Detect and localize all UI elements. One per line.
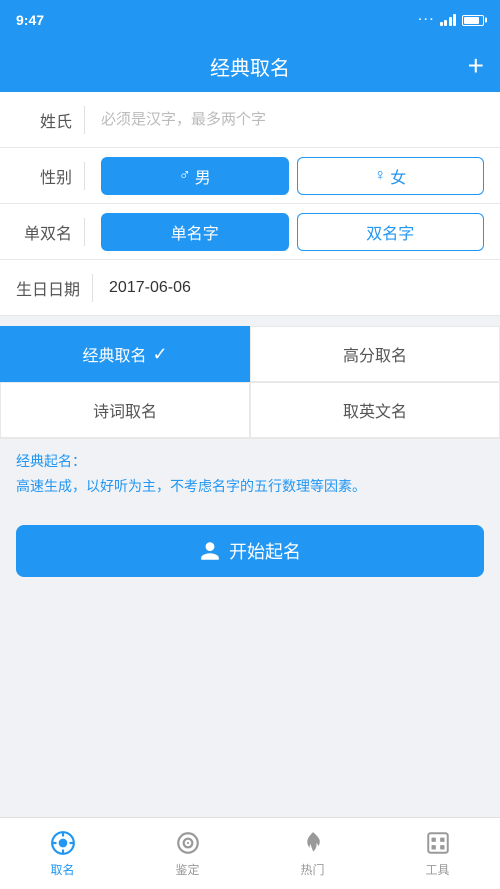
name-type-row: 单双名 单名字 双名字 xyxy=(0,204,500,260)
name-type-separator xyxy=(84,218,85,246)
male-icon: ♂ xyxy=(179,167,191,185)
name-type-toggle-group: 单名字 双名字 xyxy=(101,213,484,251)
surname-input[interactable] xyxy=(101,111,484,128)
english-name-cell[interactable]: 取英文名 xyxy=(250,382,500,438)
signal-bars-icon xyxy=(440,14,457,26)
appraise-icon xyxy=(174,829,202,857)
nav-label-hot: 热门 xyxy=(300,861,324,878)
gender-toggle-group: ♂ 男 ♀ 女 xyxy=(101,157,484,195)
male-label: 男 xyxy=(195,164,211,188)
gender-male-button[interactable]: ♂ 男 xyxy=(101,157,289,195)
tools-icon xyxy=(424,829,452,857)
description-section: 经典起名： 高速生成，以好听为主，不考虑名字的五行数理等因素。 xyxy=(0,439,500,505)
add-button[interactable]: + xyxy=(468,52,484,80)
description-text: 高速生成，以好听为主，不考虑名字的五行数理等因素。 xyxy=(16,475,484,497)
poetry-name-label: 诗词取名 xyxy=(93,398,157,422)
female-label: 女 xyxy=(390,164,406,188)
status-time: 9:47 xyxy=(16,12,44,28)
highscore-name-cell[interactable]: 高分取名 xyxy=(250,326,500,382)
person-icon xyxy=(199,540,221,562)
nav-label-appraise: 鉴定 xyxy=(175,861,199,878)
female-icon: ♀ xyxy=(374,167,386,185)
birthday-value: 2017-06-06 xyxy=(109,279,191,297)
nav-item-tools[interactable]: 工具 xyxy=(375,818,500,889)
single-name-button[interactable]: 单名字 xyxy=(101,213,289,251)
birthday-label: 生日日期 xyxy=(16,276,80,300)
gender-separator xyxy=(84,162,85,190)
highscore-name-label: 高分取名 xyxy=(343,342,407,366)
check-icon: ✓ xyxy=(152,344,167,365)
classic-name-label: 经典取名 xyxy=(82,342,146,366)
start-naming-label: 开始起名 xyxy=(229,538,301,564)
double-name-button[interactable]: 双名字 xyxy=(297,213,485,251)
poetry-name-cell[interactable]: 诗词取名 xyxy=(0,382,250,438)
surname-separator xyxy=(84,106,85,134)
hot-icon xyxy=(299,829,327,857)
nav-item-hot[interactable]: 热门 xyxy=(250,818,375,889)
english-name-label: 取英文名 xyxy=(343,398,407,422)
form-area: 姓氏 性别 ♂ 男 ♀ 女 单双名 单名字 双名字 xyxy=(0,92,500,260)
gender-female-button[interactable]: ♀ 女 xyxy=(297,157,485,195)
status-icons: ··· xyxy=(419,14,485,26)
nav-item-appraise[interactable]: 鉴定 xyxy=(125,818,250,889)
surname-row: 姓氏 xyxy=(0,92,500,148)
section-gap-1 xyxy=(0,316,500,326)
name-type-label: 单双名 xyxy=(16,220,72,244)
classic-name-cell[interactable]: 经典取名 ✓ xyxy=(0,326,250,382)
birthday-separator xyxy=(92,274,93,302)
gender-row: 性别 ♂ 男 ♀ 女 xyxy=(0,148,500,204)
battery-icon xyxy=(462,15,484,26)
surname-label: 姓氏 xyxy=(16,108,72,132)
naming-icon xyxy=(49,829,77,857)
name-method-grid: 经典取名 ✓ 高分取名 诗词取名 取英文名 xyxy=(0,326,500,439)
page-title: 经典取名 xyxy=(210,52,290,81)
description-title: 经典起名： xyxy=(16,451,484,471)
birthday-row[interactable]: 生日日期 2017-06-06 xyxy=(0,260,500,316)
app-header: 经典取名 + xyxy=(0,40,500,92)
double-name-label: 双名字 xyxy=(366,220,414,244)
nav-item-naming[interactable]: 取名 xyxy=(0,818,125,889)
bottom-nav: 取名 鉴定 热门 xyxy=(0,817,500,889)
signal-dots: ··· xyxy=(419,14,436,26)
start-button-wrapper: 开始起名 xyxy=(0,505,500,593)
gender-label: 性别 xyxy=(16,164,72,188)
status-bar: 9:47 ··· xyxy=(0,0,500,40)
single-name-label: 单名字 xyxy=(171,220,219,244)
nav-label-tools: 工具 xyxy=(425,861,449,878)
nav-label-naming: 取名 xyxy=(50,861,74,878)
start-naming-button[interactable]: 开始起名 xyxy=(16,525,484,577)
